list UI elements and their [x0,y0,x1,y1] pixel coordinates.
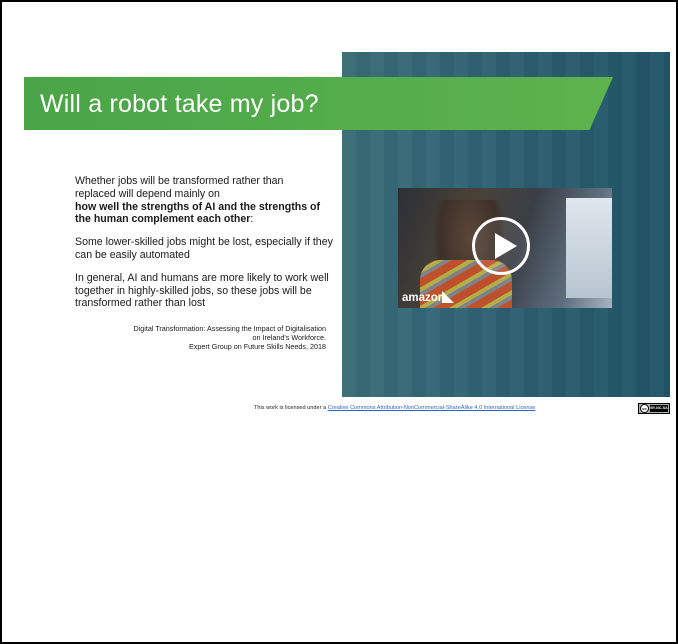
paragraph-1-bold: how well the strengths of AI and the str… [75,200,321,226]
play-icon[interactable] [472,217,530,275]
paragraph-3: In general, AI and humans are more likel… [75,271,329,310]
page-frame: Will a robot take my job? Whether jobs w… [0,0,678,644]
citation-line-3: Expert Group on Future Skills Needs, 201… [188,342,326,352]
paragraph-1: Whether jobs will be transformed rather … [75,175,335,226]
video-monitor-image [566,198,612,298]
slide-title: Will a robot take my job? [40,90,319,118]
paragraph-1-line-2: replaced will depend mainly on [75,187,220,200]
license-prefix: This work is licensed under a [254,405,328,411]
paragraph-2: Some lower-skilled jobs might be lost, e… [75,236,333,261]
body-text: Whether jobs will be transformed rather … [75,175,335,320]
video-brand-label: amazon [402,292,445,304]
slide: Will a robot take my job? Whether jobs w… [24,52,670,417]
cc-license-badge[interactable]: cc BY-NC-SA [638,403,670,414]
citation-line-1: Digital Transformation: Assessing the Im… [133,324,326,333]
paragraph-1-line-1: Whether jobs will be transformed rather … [75,175,284,187]
video-thumbnail[interactable]: amazon [398,188,612,308]
license-text: This work is licensed under a Creative C… [254,405,535,411]
cc-icon: cc [640,404,649,413]
citation-line-2: on Ireland's Workforce. [252,333,326,343]
paragraph-1-tail: : [250,213,254,226]
license-link[interactable]: Creative Commons Attribution-NonCommerci… [328,405,536,411]
citation: Digital Transformation: Assessing the Im… [64,324,326,352]
brand-arrow-icon [442,291,454,303]
cc-badge-label: BY-NC-SA [650,405,668,412]
